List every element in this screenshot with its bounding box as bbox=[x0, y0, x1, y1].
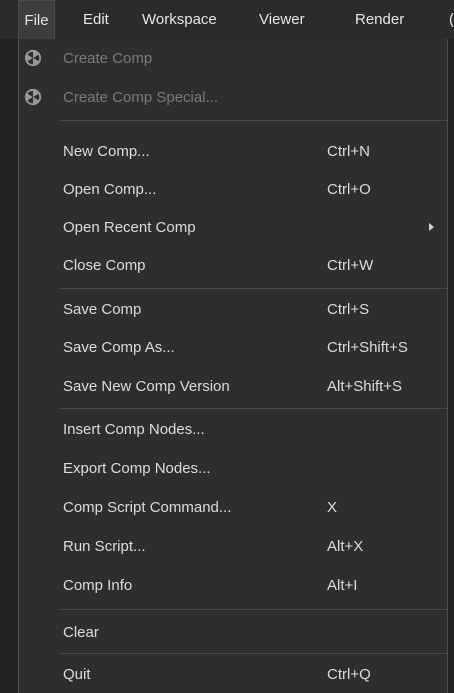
menu-item-label: Close Comp bbox=[63, 257, 146, 274]
menu-item-new-comp[interactable]: New Comp... Ctrl+N bbox=[19, 132, 447, 171]
menu-separator bbox=[59, 408, 447, 409]
menu-item-shortcut: Alt+X bbox=[327, 538, 364, 555]
menu-item-create-comp-special[interactable]: Create Comp Special... bbox=[1, 78, 447, 117]
menu-item-label: Open Recent Comp bbox=[63, 219, 196, 236]
menu-item-export-comp-nodes[interactable]: Export Comp Nodes... bbox=[19, 449, 447, 488]
menu-item-close-comp[interactable]: Close Comp Ctrl+W bbox=[19, 246, 447, 285]
menu-item-shortcut: Ctrl+Shift+S bbox=[327, 339, 408, 356]
menu-item-comp-info[interactable]: Comp Info Alt+I bbox=[19, 566, 447, 605]
menubar: File Edit Workspace Viewer Render ( bbox=[0, 0, 454, 39]
menu-edit[interactable]: Edit bbox=[83, 0, 109, 39]
menu-workspace[interactable]: Workspace bbox=[142, 0, 217, 39]
menu-item-save-new-comp-version[interactable]: Save New Comp Version Alt+Shift+S bbox=[19, 367, 447, 406]
menu-item-open-recent-comp[interactable]: Open Recent Comp bbox=[19, 208, 447, 247]
menu-item-label: Insert Comp Nodes... bbox=[63, 421, 205, 438]
menu-render[interactable]: Render bbox=[355, 0, 404, 39]
menu-separator bbox=[59, 288, 447, 289]
menu-item-shortcut: Ctrl+Q bbox=[327, 666, 371, 683]
fusion-icon bbox=[24, 49, 42, 67]
menu-item-shortcut: Ctrl+O bbox=[327, 181, 371, 198]
menu-item-clear[interactable]: Clear bbox=[19, 613, 447, 652]
file-menu-dropdown: Create Comp Create Comp Special... New C… bbox=[18, 39, 448, 693]
menu-item-label: Save Comp As... bbox=[63, 339, 175, 356]
fusion-icon bbox=[24, 88, 42, 106]
menu-item-insert-comp-nodes[interactable]: Insert Comp Nodes... bbox=[19, 410, 447, 449]
menu-item-label: Save New Comp Version bbox=[63, 378, 230, 395]
menu-item-shortcut: Alt+I bbox=[327, 577, 358, 594]
menu-viewer[interactable]: Viewer bbox=[259, 0, 305, 39]
menu-item-save-comp[interactable]: Save Comp Ctrl+S bbox=[19, 290, 447, 329]
menu-item-quit[interactable]: Quit Ctrl+Q bbox=[19, 655, 447, 693]
menu-item-shortcut: Alt+Shift+S bbox=[327, 378, 403, 395]
menu-item-run-script[interactable]: Run Script... Alt+X bbox=[19, 527, 447, 566]
menu-item-shortcut: X bbox=[327, 499, 338, 516]
chevron-right-icon bbox=[429, 223, 434, 231]
menu-item-save-comp-as[interactable]: Save Comp As... Ctrl+Shift+S bbox=[19, 328, 447, 367]
menu-item-label: Save Comp bbox=[63, 301, 142, 318]
menu-separator bbox=[59, 120, 447, 121]
menu-item-shortcut: Ctrl+W bbox=[327, 257, 374, 274]
menu-item-label: Comp Script Command... bbox=[63, 499, 232, 516]
menu-item-label: Comp Info bbox=[63, 577, 133, 594]
menu-item-label: Export Comp Nodes... bbox=[63, 460, 211, 477]
menu-file[interactable]: File bbox=[18, 0, 55, 39]
menu-item-label: Create Comp Special... bbox=[63, 89, 219, 106]
menu-item-shortcut: Ctrl+S bbox=[327, 301, 370, 318]
menu-item-create-comp[interactable]: Create Comp bbox=[1, 39, 447, 78]
menu-item-label: Quit bbox=[63, 666, 91, 683]
menu-overflow[interactable]: ( bbox=[449, 0, 454, 39]
menu-separator bbox=[59, 609, 447, 610]
menu-item-label: Create Comp bbox=[63, 50, 153, 67]
menu-item-shortcut: Ctrl+N bbox=[327, 143, 370, 160]
menu-item-comp-script-command[interactable]: Comp Script Command... X bbox=[19, 488, 447, 527]
menu-separator bbox=[59, 653, 447, 654]
menu-item-label: New Comp... bbox=[63, 143, 150, 160]
menu-item-label: Run Script... bbox=[63, 538, 146, 555]
menu-item-open-comp[interactable]: Open Comp... Ctrl+O bbox=[19, 170, 447, 209]
menu-item-label: Clear bbox=[63, 624, 99, 641]
menu-item-label: Open Comp... bbox=[63, 181, 157, 198]
